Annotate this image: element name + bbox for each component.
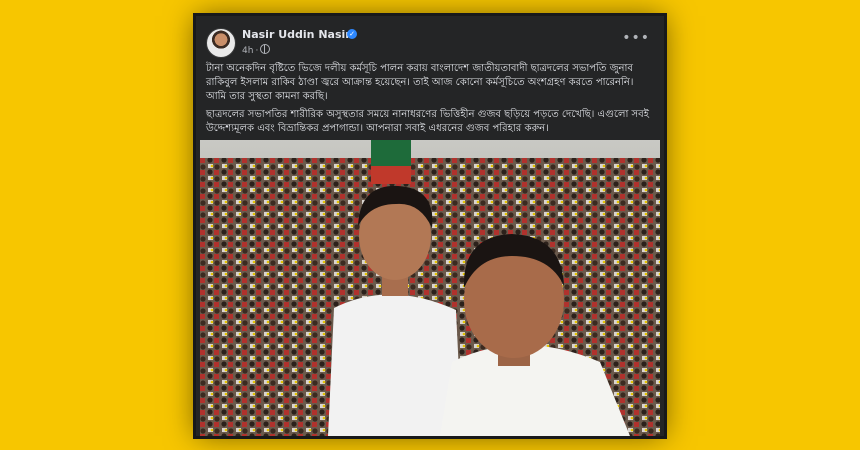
post-paragraph: ছাত্রদলের সভাপতির শারীরিক অসুস্থতার সময়… — [206, 109, 649, 134]
verified-badge-icon: ✓ — [347, 29, 357, 39]
author-name-link[interactable]: Nasir Uddin Nasir — [242, 28, 351, 41]
author-avatar[interactable] — [206, 28, 236, 58]
more-options-button[interactable]: ••• — [622, 31, 650, 45]
facebook-post-card: Nasir Uddin Nasir ✓ 4h · ••• টানা অনেকদিন… — [196, 16, 664, 436]
post-time-link[interactable]: 4h — [242, 46, 253, 56]
meta-separator: · — [255, 46, 259, 56]
globe-icon — [260, 44, 271, 54]
post-body: টানা অনেকদিন বৃষ্টিতে ভিজে দলীয় কর্মসূচ… — [206, 62, 656, 140]
post-paragraph: টানা অনেকদিন বৃষ্টিতে ভিজে দলীয় কর্মসূচ… — [206, 63, 634, 102]
post-header: Nasir Uddin Nasir ✓ 4h · ••• — [196, 16, 664, 58]
post-photo[interactable] — [200, 140, 660, 436]
post-meta: 4h · — [242, 44, 271, 56]
